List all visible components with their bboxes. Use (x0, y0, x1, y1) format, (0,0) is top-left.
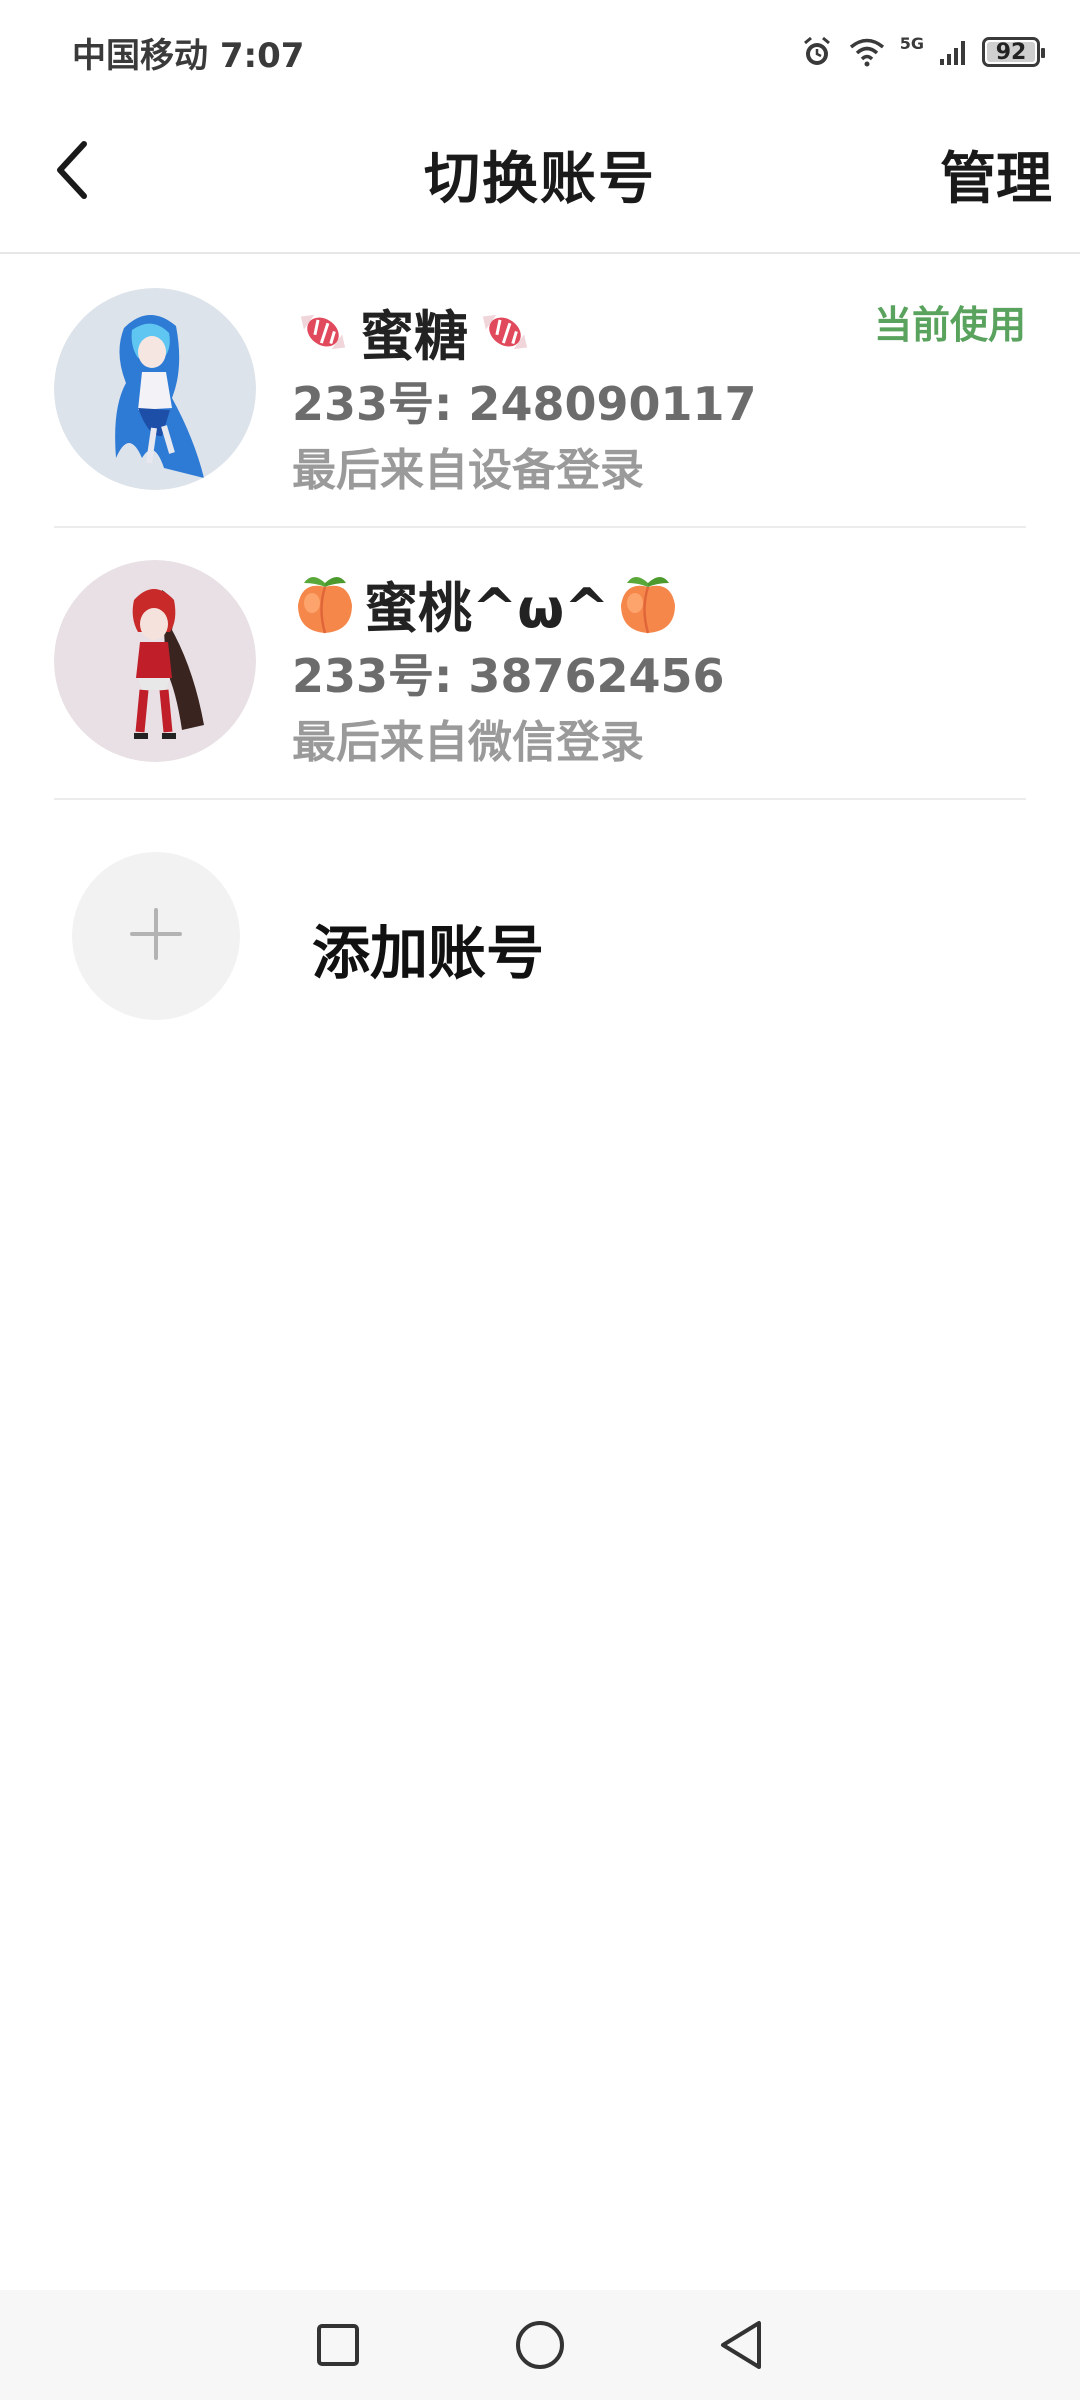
account-name-row: 蜜桃^ω^ (292, 564, 681, 643)
square-icon[interactable] (313, 2320, 363, 2370)
add-account-circle[interactable] (72, 852, 240, 1020)
account-id: 233号: 38762456 (292, 649, 725, 703)
add-account-button[interactable]: 添加账号 (54, 834, 1026, 1020)
wifi-icon (848, 37, 886, 67)
network-type-label: 5G (899, 33, 924, 53)
plus-icon (128, 906, 184, 966)
status-bar: 中国移动 7:07 5G 92 (0, 0, 1080, 104)
carrier-time: 中国移动 7:07 (72, 35, 305, 76)
account-login-source: 最后来自设备登录 (292, 445, 644, 496)
triangle-left-icon[interactable] (717, 2318, 767, 2372)
avatar (54, 288, 256, 490)
account-switch-screen: 中国移动 7:07 5G 92 切换账号 管理 蜜糖 233号: 2480901… (0, 0, 1080, 2400)
manage-button[interactable]: 管理 (940, 134, 1052, 215)
circle-icon[interactable] (513, 2318, 567, 2372)
account-id: 233号: 248090117 (292, 377, 757, 431)
system-nav-bar (0, 2290, 1080, 2400)
header: 切换账号 管理 (0, 104, 1080, 254)
battery-icon: 92 (982, 37, 1045, 67)
battery-percent: 92 (995, 39, 1027, 65)
account-name: 蜜桃^ω^ (364, 577, 610, 640)
avatar (54, 560, 256, 762)
status-icons: 5G 92 (800, 33, 1045, 69)
current-account-badge: 当前使用 (873, 303, 1026, 347)
candy-icon (292, 301, 354, 363)
account-name-row: 蜜糖 (292, 292, 536, 371)
account-item[interactable]: 蜜糖 233号: 248090117 最后来自设备登录 当前使用 (54, 256, 1026, 528)
page-title: 切换账号 (424, 147, 656, 212)
signal-icon (938, 37, 968, 67)
candy-icon (474, 301, 536, 363)
account-name: 蜜糖 (360, 305, 468, 368)
peach-icon (615, 573, 681, 635)
account-item[interactable]: 蜜桃^ω^ 233号: 38762456 最后来自微信登录 (54, 528, 1026, 800)
account-login-source: 最后来自微信登录 (292, 717, 644, 768)
alarm-icon (800, 35, 834, 69)
add-account-label: 添加账号 (312, 919, 545, 987)
peach-icon (292, 573, 358, 635)
